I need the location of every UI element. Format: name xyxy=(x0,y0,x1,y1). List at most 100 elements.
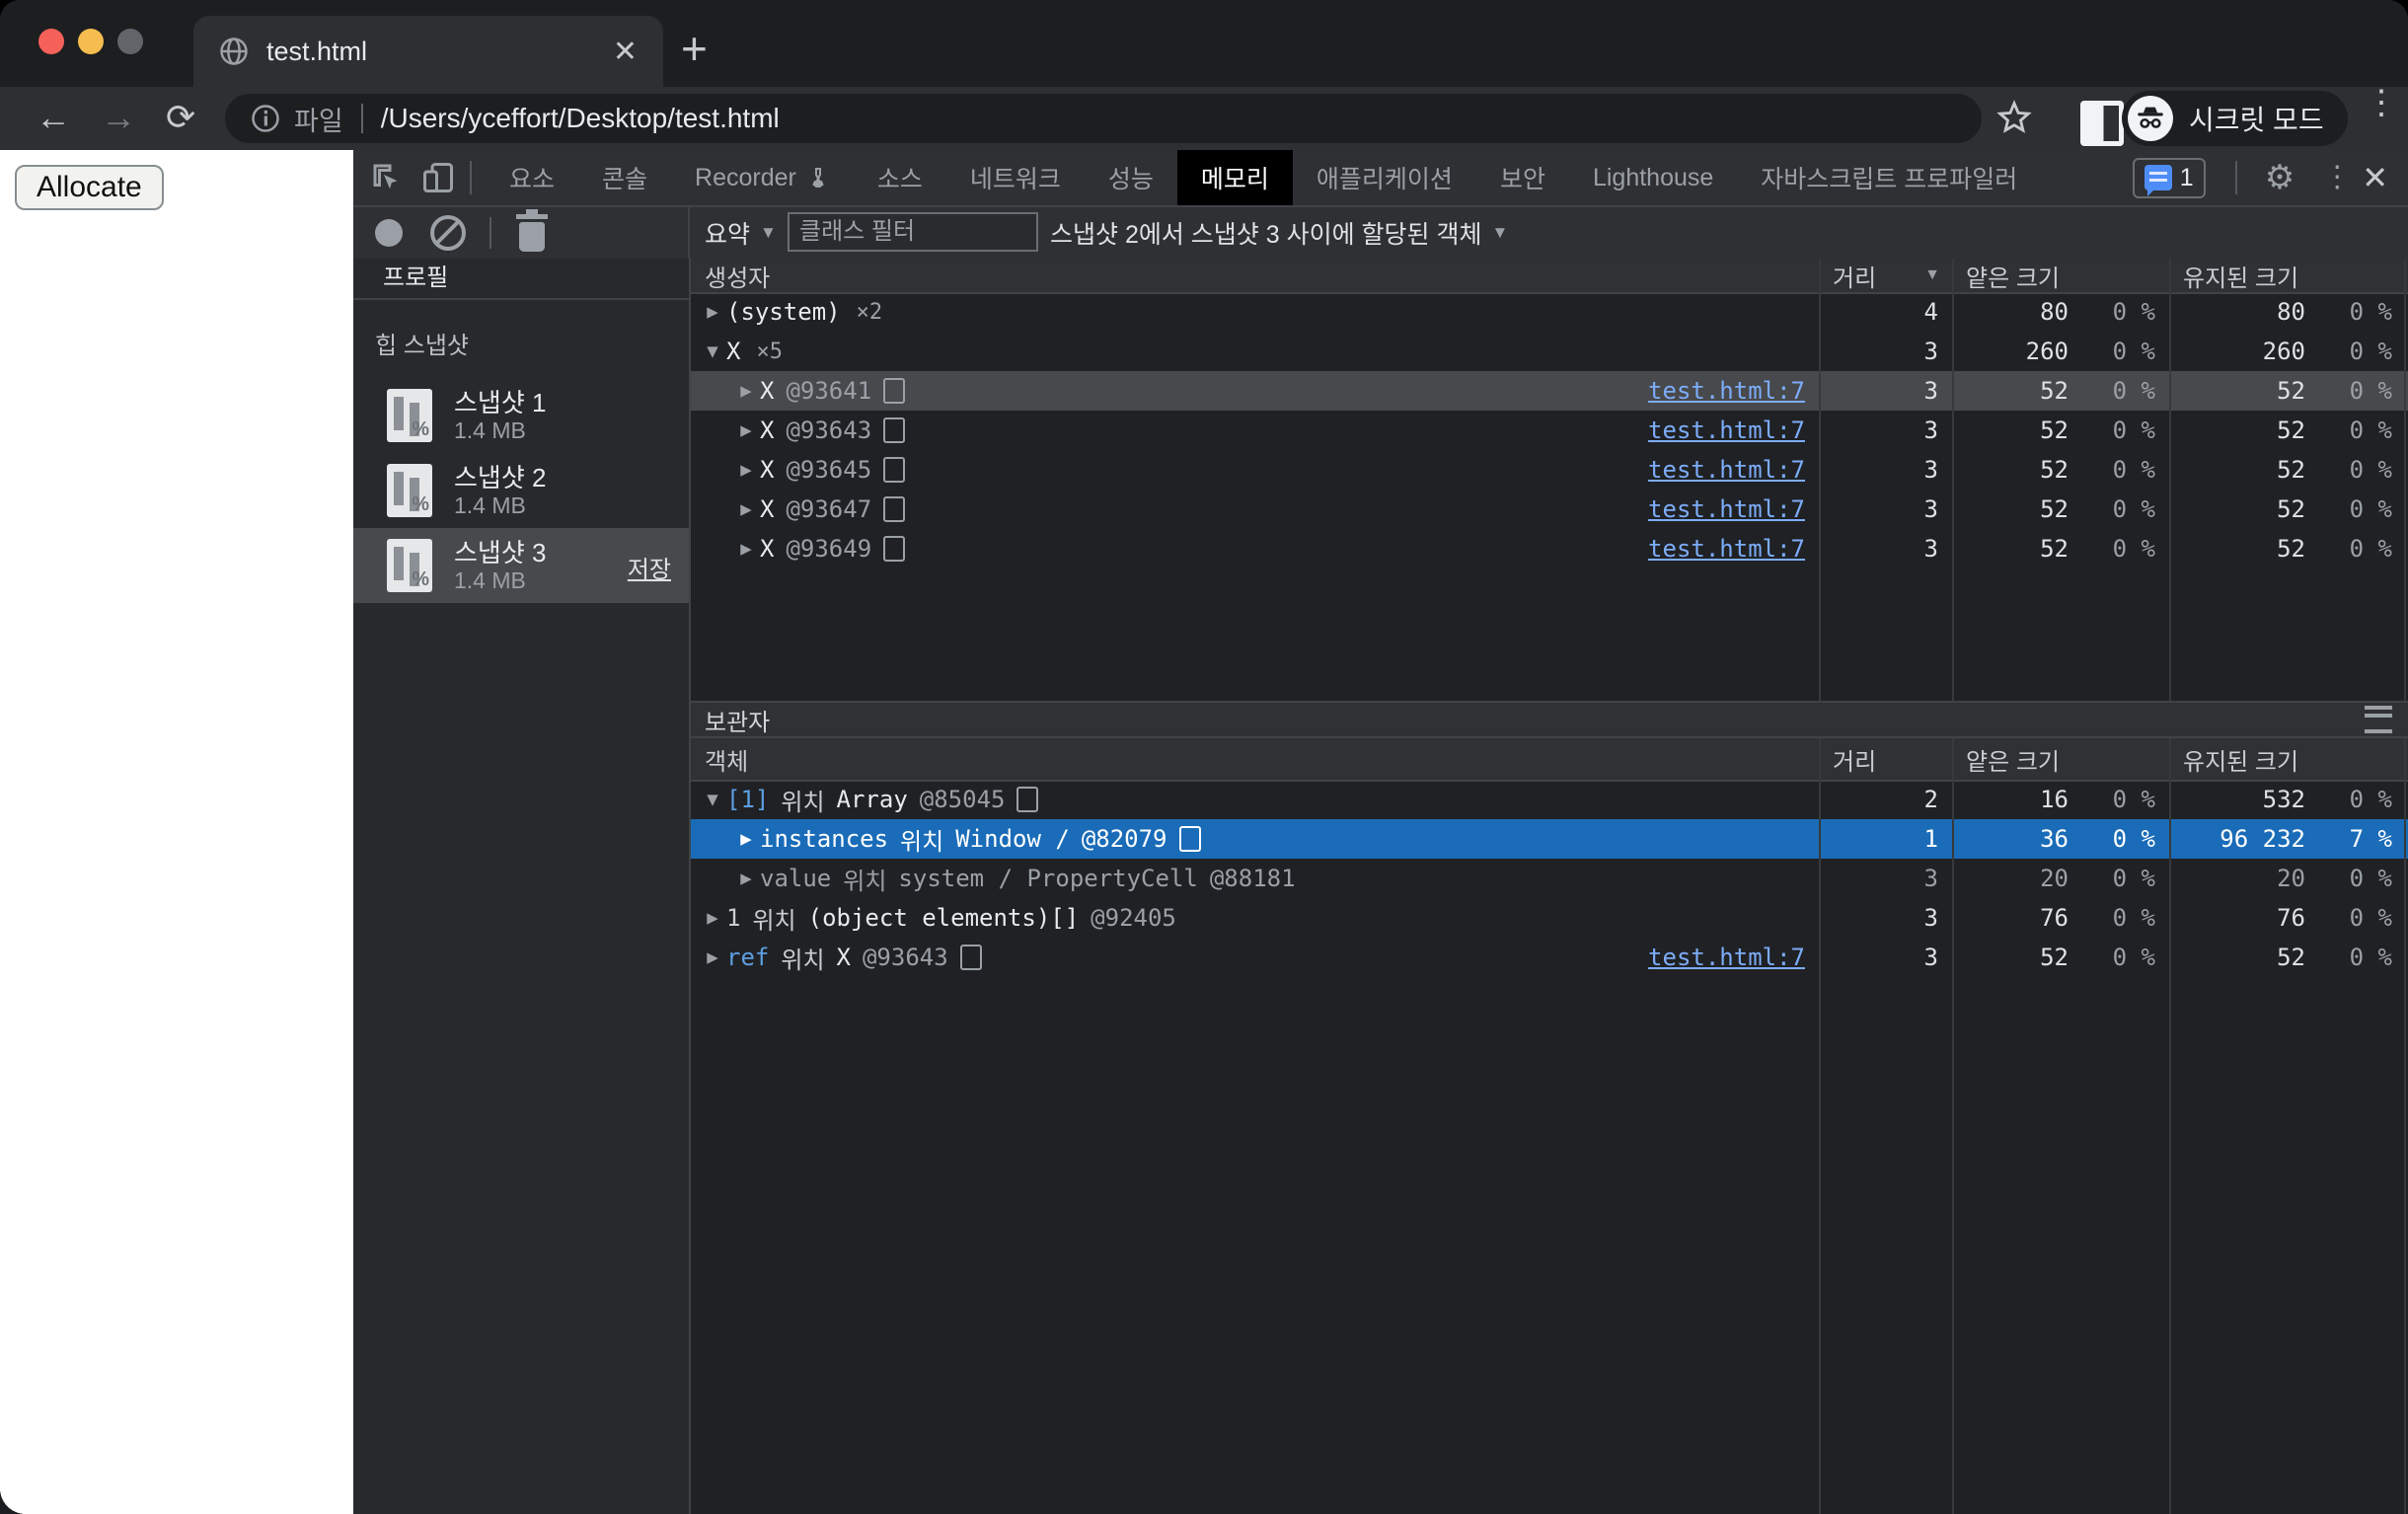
source-link[interactable]: test.html:7 xyxy=(1648,535,1805,563)
retainers-menu-icon[interactable] xyxy=(2365,706,2392,733)
constructor-row[interactable]: ▶X@93645test.html:73520 %520 % xyxy=(691,450,2408,490)
retainer-row[interactable]: ▶ref위치X@93643test.html:73520 %520 % xyxy=(691,938,2408,977)
back-button[interactable]: ← xyxy=(36,97,71,138)
column-header-retained-size[interactable]: 유지된 크기 xyxy=(2169,259,2406,292)
retainer-row[interactable]: ▶1위치(object elements)[]@924053760 %760 % xyxy=(691,898,2408,938)
settings-gear-icon[interactable]: ⚙ xyxy=(2265,158,2295,197)
retainer-row[interactable]: ▶value위치system / PropertyCell@881813200 … xyxy=(691,859,2408,898)
incognito-badge[interactable]: 시크릿 모드 xyxy=(2122,91,2348,146)
tab-소스[interactable]: 소스 xyxy=(854,150,946,205)
column-header-distance[interactable]: 거리▼ xyxy=(1819,259,1952,292)
browser-menu-icon[interactable]: ⋮ xyxy=(2365,95,2384,111)
shallow-size-cell: 520 % xyxy=(1952,490,2169,529)
column-header-constructor[interactable]: 생성자 xyxy=(691,259,1819,292)
column-header-shallow-size[interactable]: 얕은 크기 xyxy=(1952,738,2169,780)
reveal-icon[interactable] xyxy=(883,457,905,483)
tab-요소[interactable]: 요소 xyxy=(486,150,578,205)
column-divider[interactable] xyxy=(1819,738,1821,1514)
snapshot-scope-select[interactable]: 스냅샷 2에서 스냅샷 3 사이에 할당된 객체 ▼ xyxy=(1050,215,1508,251)
expand-arrow-icon[interactable]: ▶ xyxy=(699,301,726,323)
delete-profile-icon[interactable] xyxy=(519,222,545,252)
tab-애플리케이션[interactable]: 애플리케이션 xyxy=(1293,150,1476,205)
constructor-row[interactable]: ▶X@93643test.html:73520 %520 % xyxy=(691,411,2408,450)
traffic-light-minimize[interactable] xyxy=(78,29,104,54)
source-link[interactable]: test.html:7 xyxy=(1648,456,1805,484)
new-tab-button[interactable]: + xyxy=(681,24,708,73)
tab-네트워크[interactable]: 네트워크 xyxy=(946,150,1085,205)
side-panel-icon[interactable] xyxy=(2080,101,2124,146)
tab-콘솔[interactable]: 콘솔 xyxy=(578,150,671,205)
source-link[interactable]: test.html:7 xyxy=(1648,377,1805,405)
expand-arrow-icon[interactable]: ▶ xyxy=(732,868,760,889)
tab-메모리[interactable]: 메모리 xyxy=(1177,150,1293,205)
reload-button[interactable]: ⟳ xyxy=(166,97,195,138)
traffic-light-close[interactable] xyxy=(38,29,64,54)
retainer-row[interactable]: ▶instances위치Window /@820791360 %96 2327 … xyxy=(691,819,2408,859)
reveal-icon[interactable] xyxy=(1016,787,1038,812)
source-link[interactable]: test.html:7 xyxy=(1648,944,1805,971)
column-divider[interactable] xyxy=(1819,259,1821,701)
constructor-row[interactable]: ▼X×532600 %2600 % xyxy=(691,332,2408,371)
tab-Lighthouse[interactable]: Lighthouse xyxy=(1569,150,1737,205)
expand-arrow-icon[interactable]: ▶ xyxy=(732,419,760,441)
column-divider[interactable] xyxy=(1952,259,1954,701)
clear-profiles-icon[interactable] xyxy=(430,215,466,251)
save-link[interactable]: 저장 xyxy=(628,550,671,584)
expand-arrow-icon[interactable]: ▶ xyxy=(699,946,726,968)
device-toolbar-icon[interactable] xyxy=(420,160,456,195)
column-divider[interactable] xyxy=(1952,738,1954,1514)
reveal-icon[interactable] xyxy=(883,378,905,404)
column-header-object[interactable]: 객체 xyxy=(691,738,1819,780)
tab-close-button[interactable]: ✕ xyxy=(613,35,638,69)
perspective-select[interactable]: 요약 ▼ xyxy=(705,215,777,251)
info-icon[interactable] xyxy=(251,104,280,133)
bookmark-star-icon[interactable] xyxy=(1995,99,2033,136)
reveal-icon[interactable] xyxy=(883,417,905,443)
column-divider[interactable] xyxy=(2169,738,2171,1514)
traffic-light-zoom[interactable] xyxy=(117,29,143,54)
collapse-arrow-icon[interactable]: ▼ xyxy=(699,341,726,362)
source-link[interactable]: test.html:7 xyxy=(1648,495,1805,523)
column-header-retained-size[interactable]: 유지된 크기 xyxy=(2169,738,2406,780)
column-header-distance[interactable]: 거리 xyxy=(1819,738,1952,780)
class-filter-input[interactable] xyxy=(788,212,1038,252)
expand-arrow-icon[interactable]: ▶ xyxy=(732,459,760,481)
forward-button[interactable]: → xyxy=(101,97,136,138)
constructor-row[interactable]: ▶X@93647test.html:73520 %520 % xyxy=(691,490,2408,529)
constructor-row[interactable]: ▶(system)×24800 %800 % xyxy=(691,292,2408,332)
tab-성능[interactable]: 성능 xyxy=(1085,150,1177,205)
source-link[interactable]: test.html:7 xyxy=(1648,416,1805,444)
expand-arrow-icon[interactable]: ▶ xyxy=(699,907,726,929)
column-divider[interactable] xyxy=(2169,259,2171,701)
snapshot-item[interactable]: 스냅샷 11.4 MB xyxy=(353,378,689,453)
expand-arrow-icon[interactable]: ▶ xyxy=(732,538,760,560)
constructor-row[interactable]: ▶X@93641test.html:73520 %520 % xyxy=(691,371,2408,411)
tab-Recorder[interactable]: Recorder xyxy=(671,150,854,205)
shallow-size-value: 52 xyxy=(1952,495,2069,523)
devtools-menu-icon[interactable]: ⋮ xyxy=(2322,171,2338,185)
shallow-size-percent: 0 % xyxy=(2069,904,2169,932)
reveal-icon[interactable] xyxy=(883,536,905,562)
reveal-icon[interactable] xyxy=(883,496,905,522)
tab-자바스크립트 프로파일러[interactable]: 자바스크립트 프로파일러 xyxy=(1737,150,2041,205)
inspect-icon[interactable] xyxy=(369,160,405,195)
allocate-button[interactable]: Allocate xyxy=(15,165,164,210)
collapse-arrow-icon[interactable]: ▼ xyxy=(699,789,726,810)
retainer-row[interactable]: ▼[1]위치Array@850452160 %5320 % xyxy=(691,780,2408,819)
snapshot-item[interactable]: 스냅샷 31.4 MB저장 xyxy=(353,528,689,603)
tab-보안[interactable]: 보안 xyxy=(1476,150,1569,205)
reveal-icon[interactable] xyxy=(960,945,982,970)
column-header-shallow-size[interactable]: 얕은 크기 xyxy=(1952,259,2169,292)
expand-arrow-icon[interactable]: ▶ xyxy=(732,380,760,402)
devtools-close-button[interactable]: ✕ xyxy=(2362,159,2388,196)
constructor-row[interactable]: ▶X@93649test.html:73520 %520 % xyxy=(691,529,2408,568)
browser-tab[interactable]: test.html ✕ xyxy=(193,16,663,87)
reveal-icon[interactable] xyxy=(1179,826,1201,852)
issues-badge[interactable]: 1 xyxy=(2133,158,2206,198)
snapshot-item[interactable]: 스냅샷 21.4 MB xyxy=(353,453,689,528)
expand-arrow-icon[interactable]: ▶ xyxy=(732,498,760,520)
url-bar[interactable]: 파일 /Users/yceffort/Desktop/test.html xyxy=(225,94,1982,143)
record-snapshot-icon[interactable] xyxy=(375,219,403,247)
retained-size-cell: 2600 % xyxy=(2169,332,2406,371)
expand-arrow-icon[interactable]: ▶ xyxy=(732,828,760,850)
